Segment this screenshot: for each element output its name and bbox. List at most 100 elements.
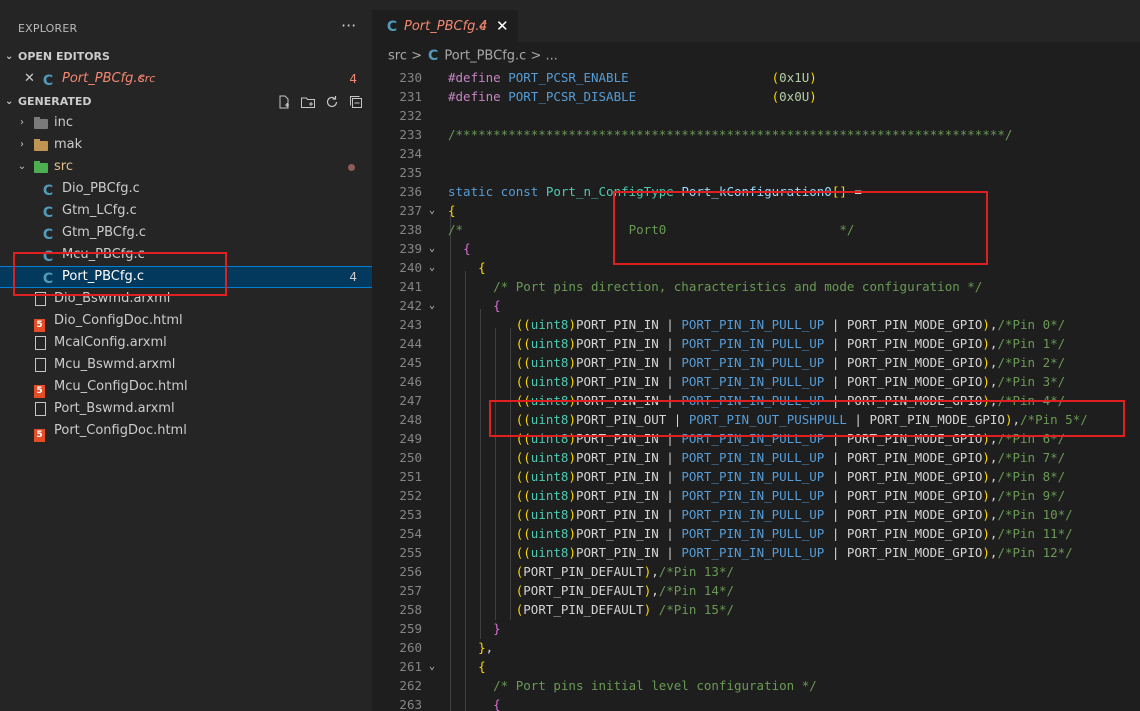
code-line[interactable]: 258 (PORT_PIN_DEFAULT) /*Pin 15*/ xyxy=(372,600,1140,619)
code-line[interactable]: 245 ((uint8)PORT_PIN_IN | PORT_PIN_IN_PU… xyxy=(372,353,1140,372)
code-token: ) xyxy=(982,374,990,389)
code-line[interactable]: 243 ((uint8)PORT_PIN_IN | PORT_PIN_IN_PU… xyxy=(372,315,1140,334)
code-line[interactable]: 242 ⌄ { xyxy=(372,296,1140,315)
line-number: 259 xyxy=(399,621,422,636)
code-token: } xyxy=(493,621,501,636)
open-editor-item[interactable]: ✕ C Port_PBCfg.c src 4 xyxy=(0,68,372,90)
code-token: /*Pin 12*/ xyxy=(997,545,1073,560)
code-line[interactable]: 250 ((uint8)PORT_PIN_IN | PORT_PIN_IN_PU… xyxy=(372,448,1140,467)
tree-folder-inc[interactable]: › inc xyxy=(0,112,372,134)
collapse-all-icon[interactable] xyxy=(348,94,364,110)
code-line[interactable]: 255 ((uint8)PORT_PIN_IN | PORT_PIN_IN_PU… xyxy=(372,543,1140,562)
fold-chevron-icon[interactable]: ⌄ xyxy=(429,239,435,258)
code-token: (( xyxy=(515,545,531,560)
open-editors-section[interactable]: ⌄ OPEN EDITORS xyxy=(0,46,372,68)
code-token: 0x0U xyxy=(779,89,810,104)
code-line[interactable]: 246 ((uint8)PORT_PIN_IN | PORT_PIN_IN_PU… xyxy=(372,372,1140,391)
code-line[interactable]: 235 xyxy=(372,163,1140,182)
code-line[interactable]: 234 xyxy=(372,144,1140,163)
tree-folder-src[interactable]: ⌄ src xyxy=(0,156,372,178)
code-line[interactable]: 259 } xyxy=(372,619,1140,638)
code-token: /*Pin 11*/ xyxy=(997,526,1073,541)
code-line[interactable]: 261 ⌄ { xyxy=(372,657,1140,676)
fold-chevron-icon[interactable]: ⌄ xyxy=(429,201,435,220)
code-token: PORT_PIN_IN_PULL_UP xyxy=(681,526,825,541)
code-token: ) xyxy=(982,507,990,522)
code-text: ((uint8)PORT_PIN_IN | PORT_PIN_IN_PULL_U… xyxy=(448,486,1065,505)
editor-tab-port-pbcfg[interactable]: C Port_PBCfg.c 4 ✕ xyxy=(372,10,518,42)
code-token: { xyxy=(478,659,486,674)
code-token: PORT_PIN_IN_PULL_UP xyxy=(681,488,825,503)
tree-file[interactable]: C Gtm_LCfg.c xyxy=(0,200,372,222)
tree-file[interactable]: C Dio_PBCfg.c xyxy=(0,178,372,200)
line-number: 261 xyxy=(399,659,422,674)
tree-file[interactable]: Mcu_Bswmd.arxml xyxy=(0,354,372,376)
problem-count-badge: 4 xyxy=(349,270,357,284)
more-actions-icon[interactable]: ··· xyxy=(341,16,356,35)
code-token: ) xyxy=(809,89,817,104)
breadcrumb-folder[interactable]: src xyxy=(388,49,407,64)
fold-chevron-icon[interactable]: ⌄ xyxy=(429,296,435,315)
tree-label: Gtm_PBCfg.c xyxy=(62,225,147,240)
code-line[interactable]: 251 ((uint8)PORT_PIN_IN | PORT_PIN_IN_PU… xyxy=(372,467,1140,486)
code-token: /*Pin 2*/ xyxy=(997,355,1066,370)
code-token: /*Pin 3*/ xyxy=(997,374,1066,389)
breadcrumb-file[interactable]: Port_PBCfg.c xyxy=(444,49,526,64)
close-icon[interactable]: ✕ xyxy=(496,17,509,35)
fold-chevron-icon[interactable]: ⌄ xyxy=(429,258,435,277)
code-text: ((uint8)PORT_PIN_IN | PORT_PIN_IN_PULL_U… xyxy=(448,543,1073,562)
code-token: (( xyxy=(515,469,531,484)
code-token: PORT_PIN_DEFAULT xyxy=(523,564,644,579)
fold-chevron-icon[interactable]: ⌄ xyxy=(429,657,435,676)
code-line[interactable]: 244 ((uint8)PORT_PIN_IN | PORT_PIN_IN_PU… xyxy=(372,334,1140,353)
code-token: PORT_PIN_IN_PULL_UP xyxy=(681,317,825,332)
line-number: 241 xyxy=(399,279,422,294)
line-number: 248 xyxy=(399,412,422,427)
code-token: ) xyxy=(568,469,576,484)
code-line[interactable]: 256 (PORT_PIN_DEFAULT),/*Pin 13*/ xyxy=(372,562,1140,581)
new-file-icon[interactable] xyxy=(276,94,292,110)
code-token: uint8 xyxy=(530,507,569,522)
code-token: PORT_PIN_IN | xyxy=(575,488,682,503)
code-line[interactable]: 262 /* Port pins initial level configura… xyxy=(372,676,1140,695)
tree-folder-mak[interactable]: › mak xyxy=(0,134,372,156)
close-icon[interactable]: ✕ xyxy=(24,68,35,90)
code-line[interactable]: 230 #define PORT_PCSR_ENABLE (0x1U) xyxy=(372,68,1140,87)
tree-file[interactable]: 5 Dio_ConfigDoc.html xyxy=(0,310,372,332)
new-folder-icon[interactable] xyxy=(300,94,316,110)
tree-file[interactable]: 5 Port_ConfigDoc.html xyxy=(0,420,372,442)
code-token: PORT_PIN_IN_PULL_UP xyxy=(681,469,825,484)
code-line[interactable]: 252 ((uint8)PORT_PIN_IN | PORT_PIN_IN_PU… xyxy=(372,486,1140,505)
code-line[interactable]: 232 xyxy=(372,106,1140,125)
code-token: #define xyxy=(448,70,509,85)
code-line[interactable]: 231 #define PORT_PCSR_DISABLE (0x0U) xyxy=(372,87,1140,106)
breadcrumb-symbol[interactable]: ... xyxy=(546,49,558,64)
tree-file[interactable]: 5 Mcu_ConfigDoc.html xyxy=(0,376,372,398)
code-line[interactable]: 253 ((uint8)PORT_PIN_IN | PORT_PIN_IN_PU… xyxy=(372,505,1140,524)
code-line[interactable]: 260 }, xyxy=(372,638,1140,657)
workspace-section[interactable]: ⌄ GENERATED xyxy=(0,91,372,113)
code-text: (PORT_PIN_DEFAULT) /*Pin 15*/ xyxy=(448,600,734,619)
tree-file[interactable]: Port_Bswmd.arxml xyxy=(0,398,372,420)
refresh-icon[interactable] xyxy=(324,94,340,110)
code-text: }, xyxy=(448,638,493,657)
code-token: /***************************************… xyxy=(448,127,1013,142)
code-line[interactable]: 241 /* Port pins direction, characterist… xyxy=(372,277,1140,296)
code-token: PORT_PIN_IN | xyxy=(575,507,682,522)
line-number: 256 xyxy=(399,564,422,579)
tree-file[interactable]: McalConfig.arxml xyxy=(0,332,372,354)
tree-file[interactable]: C Gtm_PBCfg.c xyxy=(0,222,372,244)
code-line[interactable]: 254 ((uint8)PORT_PIN_IN | PORT_PIN_IN_PU… xyxy=(372,524,1140,543)
open-editors-title: OPEN EDITORS xyxy=(18,50,110,63)
code-line[interactable]: 263 { xyxy=(372,695,1140,711)
code-line[interactable]: 233 /************************************… xyxy=(372,125,1140,144)
code-token: | PORT_PIN_MODE_GPIO xyxy=(824,317,983,332)
tab-bar: C Port_PBCfg.c 4 ✕ xyxy=(372,0,1140,42)
c-file-icon: C xyxy=(428,48,439,64)
code-line[interactable]: 257 (PORT_PIN_DEFAULT),/*Pin 14*/ xyxy=(372,581,1140,600)
